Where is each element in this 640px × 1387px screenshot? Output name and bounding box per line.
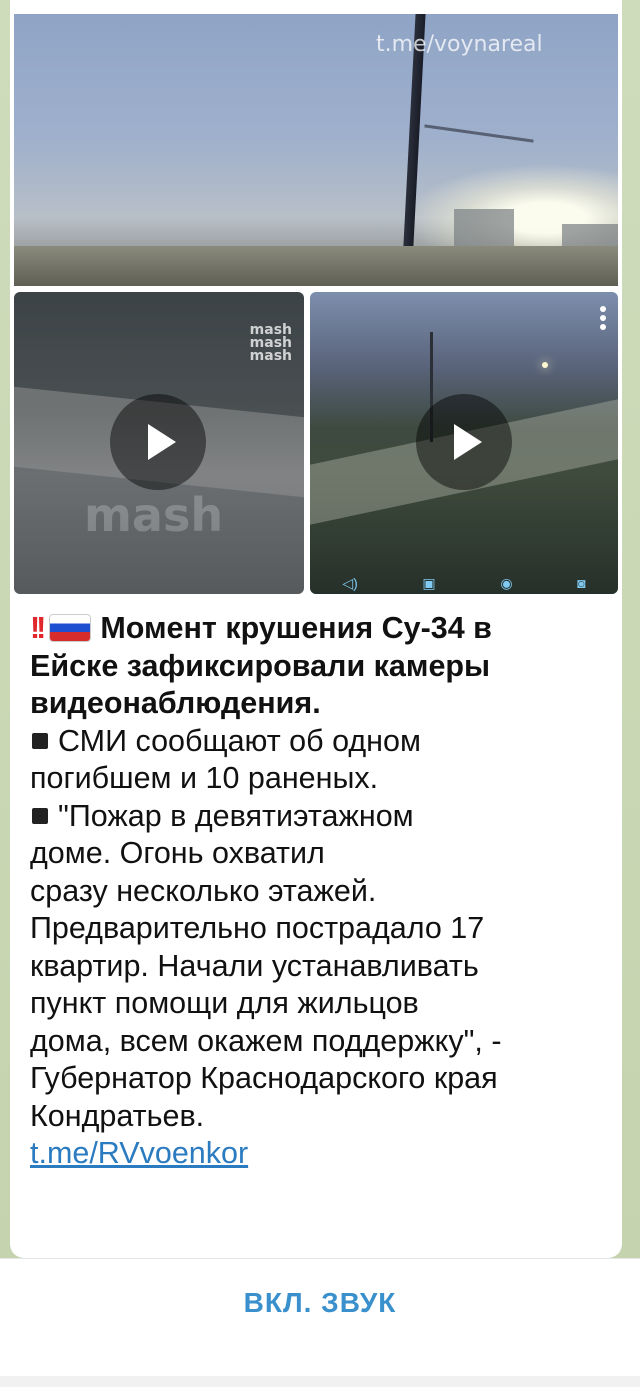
quote-line: пункт помощи для жильцов bbox=[30, 986, 419, 1020]
black-square-icon bbox=[32, 732, 48, 749]
play-icon[interactable] bbox=[416, 394, 512, 490]
play-icon[interactable] bbox=[110, 394, 206, 490]
video-thumbnail-left[interactable]: mash mash mash mash bbox=[14, 292, 304, 594]
bullet-line: СМИ сообщают об одном bbox=[30, 723, 610, 761]
quote-line: Губернатор Краснодарского края bbox=[30, 1061, 498, 1095]
bullet-line: "Пожар в девятиэтажном bbox=[30, 798, 610, 836]
headline-line: !! Момент крушения Су-34 в bbox=[30, 610, 610, 648]
bullet-line: погибшем и 10 раненых. bbox=[30, 761, 379, 795]
video-thumbnail-top[interactable]: t.me/voynareal bbox=[14, 14, 618, 286]
bottom-bar: ВКЛ. ЗВУК bbox=[0, 1258, 640, 1376]
channel-link[interactable]: t.me/RVvoenkor bbox=[30, 1135, 610, 1173]
ground bbox=[14, 246, 618, 286]
snapshot-icon: ▣ bbox=[422, 574, 436, 591]
camera-icon: ◙ bbox=[577, 575, 586, 591]
quote-line: сразу несколько этажей. bbox=[30, 873, 377, 908]
quote-line: дома, всем окажем поддержку", - bbox=[30, 1023, 502, 1058]
quote-line: Предварительно пострадало 17 bbox=[30, 911, 485, 945]
mash-watermark-line: mash bbox=[249, 348, 292, 364]
headline-line: Ейске зафиксировали камеры bbox=[30, 648, 491, 683]
russia-flag-icon bbox=[50, 615, 91, 641]
quote-line: квартир. Начали устанавливать bbox=[30, 948, 479, 983]
bullet-text: "Пожар в девятиэтажном bbox=[58, 798, 414, 833]
volume-icon: ◁) bbox=[342, 574, 358, 591]
quote-line: Кондратьев. bbox=[30, 1098, 205, 1133]
system-nav-strip bbox=[0, 1376, 640, 1387]
enable-sound-button[interactable]: ВКЛ. ЗВУК bbox=[0, 1287, 640, 1319]
headline-line: видеонаблюдения. bbox=[30, 686, 321, 720]
double-exclamation-icon: !! bbox=[30, 611, 46, 645]
record-icon: ◉ bbox=[500, 574, 513, 591]
camera-menu-icon bbox=[600, 306, 608, 332]
message-text: !! Момент крушения Су-34 в Ейске зафиксир… bbox=[30, 610, 610, 1173]
video-thumbnail-right[interactable]: ◁) ▣ ◉ ◙ bbox=[310, 292, 618, 594]
camera-toolbar: ◁) ▣ ◉ ◙ bbox=[310, 572, 618, 594]
headline-text: Момент крушения Су-34 в bbox=[100, 611, 492, 645]
black-square-icon bbox=[32, 807, 48, 824]
mash-watermark-stack: mash mash mash bbox=[249, 323, 292, 364]
bullet-text: СМИ сообщают об одном bbox=[58, 723, 421, 758]
message-bubble: t.me/voynareal mash mash mash mash ◁) ▣ … bbox=[10, 0, 622, 1258]
watermark-voynareal: t.me/voynareal bbox=[376, 32, 543, 57]
power-wire bbox=[424, 124, 534, 143]
mash-big-watermark: mash bbox=[84, 488, 224, 542]
quote-line: доме. Огонь охватил bbox=[30, 836, 325, 870]
street-light bbox=[542, 362, 548, 368]
